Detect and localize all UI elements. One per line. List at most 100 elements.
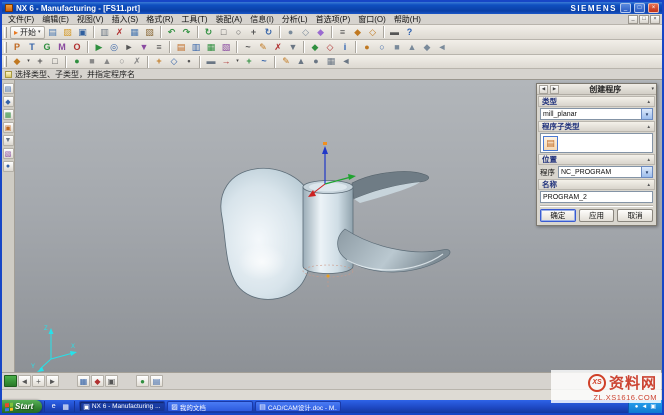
intersection-snap-icon[interactable]: ✗ — [130, 55, 144, 68]
ime-symbol-icon[interactable]: ◆ — [91, 375, 104, 387]
generate-toolpath-icon[interactable]: ▶ — [92, 41, 106, 54]
method-view-icon[interactable]: ▧ — [219, 41, 233, 54]
menu-item[interactable]: 窗口(O) — [354, 14, 390, 25]
layer-settings-icon[interactable]: ≡ — [336, 26, 350, 39]
cut-icon[interactable]: ✗ — [113, 26, 127, 39]
mirror-icon[interactable]: ◄ — [339, 55, 353, 68]
open-icon[interactable]: ▨ — [61, 26, 75, 39]
name-input[interactable]: PROGRAM_2 — [540, 191, 653, 203]
orient-view-icon[interactable]: ◆ — [314, 26, 328, 39]
ok-button[interactable]: 确定 — [540, 209, 576, 222]
minimize-button[interactable]: _ — [620, 3, 631, 13]
dialog-options-icon[interactable]: ▾ — [651, 86, 654, 92]
program-order-view-icon[interactable]: ▤ — [174, 41, 188, 54]
create-program-icon[interactable]: P — [10, 41, 24, 54]
cancel-button[interactable]: 取消 — [617, 209, 653, 222]
curve-icon[interactable]: ~ — [257, 55, 271, 68]
print-icon[interactable]: ▥ — [98, 26, 112, 39]
create-method-icon[interactable]: M — [55, 41, 69, 54]
caret-icon[interactable]: ▾ — [234, 55, 241, 68]
machine-tool-navigator-icon[interactable]: ▼ — [3, 135, 14, 146]
assembly-navigator-icon[interactable]: ▤ — [3, 83, 14, 94]
ime-language-icon[interactable] — [4, 375, 17, 387]
operation-navigator-icon[interactable]: ▣ — [3, 122, 14, 133]
tray-antivirus-icon[interactable]: ● — [635, 404, 639, 410]
hole-icon[interactable]: ● — [309, 55, 323, 68]
taskbar-task[interactable]: ▨ 我的文档 — [167, 401, 253, 412]
menu-item[interactable]: 编辑(E) — [38, 14, 73, 25]
save-icon[interactable]: ▣ — [76, 26, 90, 39]
mdi-restore-button[interactable]: □ — [639, 15, 649, 24]
menu-item[interactable]: 工具(T) — [177, 14, 211, 25]
menu-item[interactable]: 帮助(H) — [390, 14, 425, 25]
type-combo-dropdown-icon[interactable]: ▼ — [641, 108, 653, 120]
wireframe-view-icon[interactable]: ◇ — [299, 26, 313, 39]
toolbar-grip[interactable] — [4, 42, 7, 53]
quick-launch-desktop-icon[interactable]: ▦ — [60, 401, 71, 412]
reuse-library-icon[interactable]: ▧ — [3, 148, 14, 159]
menu-item[interactable]: 首选项(P) — [312, 14, 355, 25]
endpoint-snap-icon[interactable]: ■ — [85, 55, 99, 68]
isometric-view-icon[interactable]: ◆ — [420, 41, 434, 54]
selection-filter-icon[interactable]: ◆ — [351, 26, 365, 39]
fit-view-icon[interactable]: □ — [217, 26, 231, 39]
caret-icon[interactable]: ▾ — [25, 55, 32, 68]
subtype-section-header[interactable]: 程序子类型 ▲ — [538, 121, 655, 132]
constraint-navigator-icon[interactable]: ◆ — [3, 96, 14, 107]
program-combo[interactable]: NC_PROGRAM ▼ — [558, 166, 653, 178]
part-navigator-icon[interactable]: ▦ — [3, 109, 14, 120]
window-icon[interactable]: ▬ — [388, 26, 402, 39]
ime-settings-icon[interactable]: ▣ — [105, 375, 118, 387]
shaded-view-icon[interactable]: ● — [284, 26, 298, 39]
maximize-button[interactable]: □ — [634, 3, 645, 13]
csys-icon[interactable]: + — [242, 55, 256, 68]
edit-toolpath-icon[interactable]: ✎ — [256, 41, 270, 54]
history-palette-icon[interactable]: ● — [3, 161, 14, 172]
information-icon[interactable]: i — [338, 41, 352, 54]
snap-enable-icon[interactable]: ● — [70, 55, 84, 68]
side-view-icon[interactable]: ◄ — [435, 41, 449, 54]
taskbar-task[interactable]: ▣ NX 6 - Manufacturing ... — [79, 401, 165, 412]
create-tool-icon[interactable]: T — [25, 41, 39, 54]
menu-item[interactable]: 视图(V) — [73, 14, 108, 25]
menu-item[interactable]: 装配(A) — [212, 14, 247, 25]
start-button[interactable]: Start — [2, 400, 42, 413]
close-button[interactable]: × — [648, 3, 659, 13]
ime-next-icon[interactable]: ► — [46, 375, 59, 387]
ime-mode-icon[interactable]: + — [32, 375, 45, 387]
center-snap-icon[interactable]: ○ — [115, 55, 129, 68]
show-hide-icon[interactable]: ○ — [375, 41, 389, 54]
help-icon[interactable]: ? — [403, 26, 417, 39]
extrude-icon[interactable]: ▲ — [294, 55, 308, 68]
back-icon[interactable]: ◀ — [539, 85, 548, 94]
mdi-close-button[interactable]: × — [650, 15, 660, 24]
wcs-dynamics-icon[interactable]: + — [152, 55, 166, 68]
pan-icon[interactable]: + — [247, 26, 261, 39]
delete-toolpath-icon[interactable]: ✗ — [271, 41, 285, 54]
post-process-icon[interactable]: ▼ — [137, 41, 151, 54]
midpoint-snap-icon[interactable]: ▲ — [100, 55, 114, 68]
show-toolpath-icon[interactable]: ~ — [241, 41, 255, 54]
datum-plane-icon[interactable]: ◇ — [167, 55, 181, 68]
machine-tool-view-icon[interactable]: ▥ — [189, 41, 203, 54]
name-section-header[interactable]: 名称 ▲ — [538, 179, 655, 190]
menu-item[interactable]: 分析(L) — [278, 14, 312, 25]
measure-distance-icon[interactable]: ◆ — [308, 41, 322, 54]
create-geometry-icon[interactable]: G — [40, 41, 54, 54]
type-section-header[interactable]: 类型 ▲ — [538, 96, 655, 107]
undo-icon[interactable]: ↶ — [165, 26, 179, 39]
rectangle-select-icon[interactable]: □ — [48, 55, 62, 68]
new-icon[interactable]: ▤ — [46, 26, 60, 39]
ime-prev-icon[interactable]: ◄ — [18, 375, 31, 387]
plane-icon[interactable]: ▬ — [204, 55, 218, 68]
list-output-icon[interactable]: ≡ — [152, 41, 166, 54]
mdi-minimize-button[interactable]: _ — [628, 15, 638, 24]
simulate-machine-icon[interactable]: ► — [122, 41, 136, 54]
taskbar-task[interactable]: ▤ CAD/CAM设计.doc - M... — [255, 401, 341, 412]
menu-item[interactable]: 文件(F) — [4, 14, 38, 25]
point-constructor-icon[interactable]: • — [182, 55, 196, 68]
snap-point-icon[interactable]: ◇ — [366, 26, 380, 39]
type-combo[interactable]: mill_planar ▼ — [540, 108, 653, 120]
analysis-icon[interactable]: ◇ — [323, 41, 337, 54]
front-view-icon[interactable]: ■ — [390, 41, 404, 54]
